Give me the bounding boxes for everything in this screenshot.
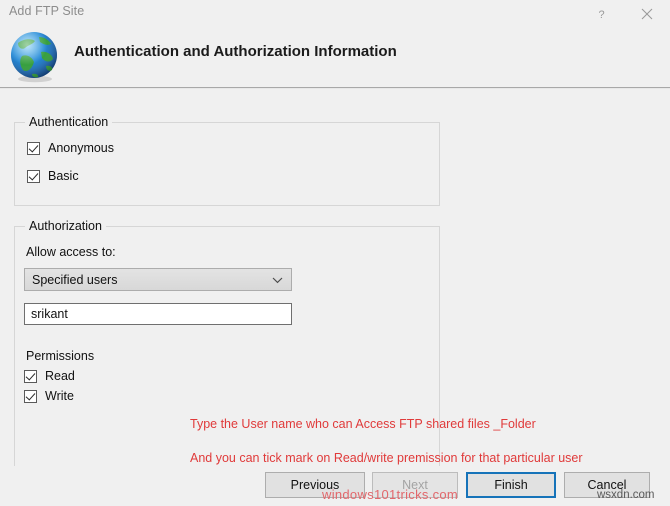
checkbox-anonymous-label: Anonymous [48,141,115,155]
checkbox-write-box[interactable] [24,389,37,403]
title-bar: Add FTP Site ? [0,0,670,30]
page-title: Authentication and Authorization Informa… [74,43,397,60]
authentication-group: Authentication Anonymous Basic [14,115,440,206]
checkbox-read-box[interactable] [24,369,37,383]
checkbox-basic[interactable]: Basic [27,168,79,184]
question-mark-icon: ? [598,9,604,21]
allow-access-select-value: Specified users [32,272,118,287]
checkbox-anonymous[interactable]: Anonymous [27,140,114,156]
checkbox-basic-label: Basic [48,169,79,183]
checkbox-basic-box[interactable] [27,169,40,183]
allow-access-label: Allow access to: [26,245,116,259]
permissions-label: Permissions [26,349,95,363]
annotation-username: Type the User name who can Access FTP sh… [190,417,536,431]
close-icon [641,8,653,20]
help-button[interactable]: ? [580,0,622,28]
chevron-down-icon [271,274,283,286]
finish-button[interactable]: Finish [466,472,556,498]
watermark-corner: wsxdn.com [597,489,655,501]
users-input[interactable]: srikant [24,303,292,325]
checkbox-write-label: Write [45,389,74,403]
checkbox-write[interactable]: Write [24,388,74,404]
users-input-value: srikant [31,307,68,321]
dialog-body: Authentication Anonymous Basic Authoriza… [0,89,670,474]
authentication-group-title: Authentication [25,115,113,129]
globe-icon [8,30,62,84]
watermark-main: windows101tricks.com [322,487,459,502]
checkbox-read[interactable]: Read [24,368,75,384]
checkbox-anonymous-box[interactable] [27,141,40,155]
window-title: Add FTP Site [9,4,85,18]
annotation-permissions: And you can tick mark on Read/write prem… [190,451,583,465]
allow-access-select[interactable]: Specified users [24,268,292,291]
checkbox-read-label: Read [45,369,75,383]
svg-text:?: ? [598,9,604,21]
close-button[interactable] [626,0,668,28]
authorization-group-title: Authorization [25,219,106,233]
